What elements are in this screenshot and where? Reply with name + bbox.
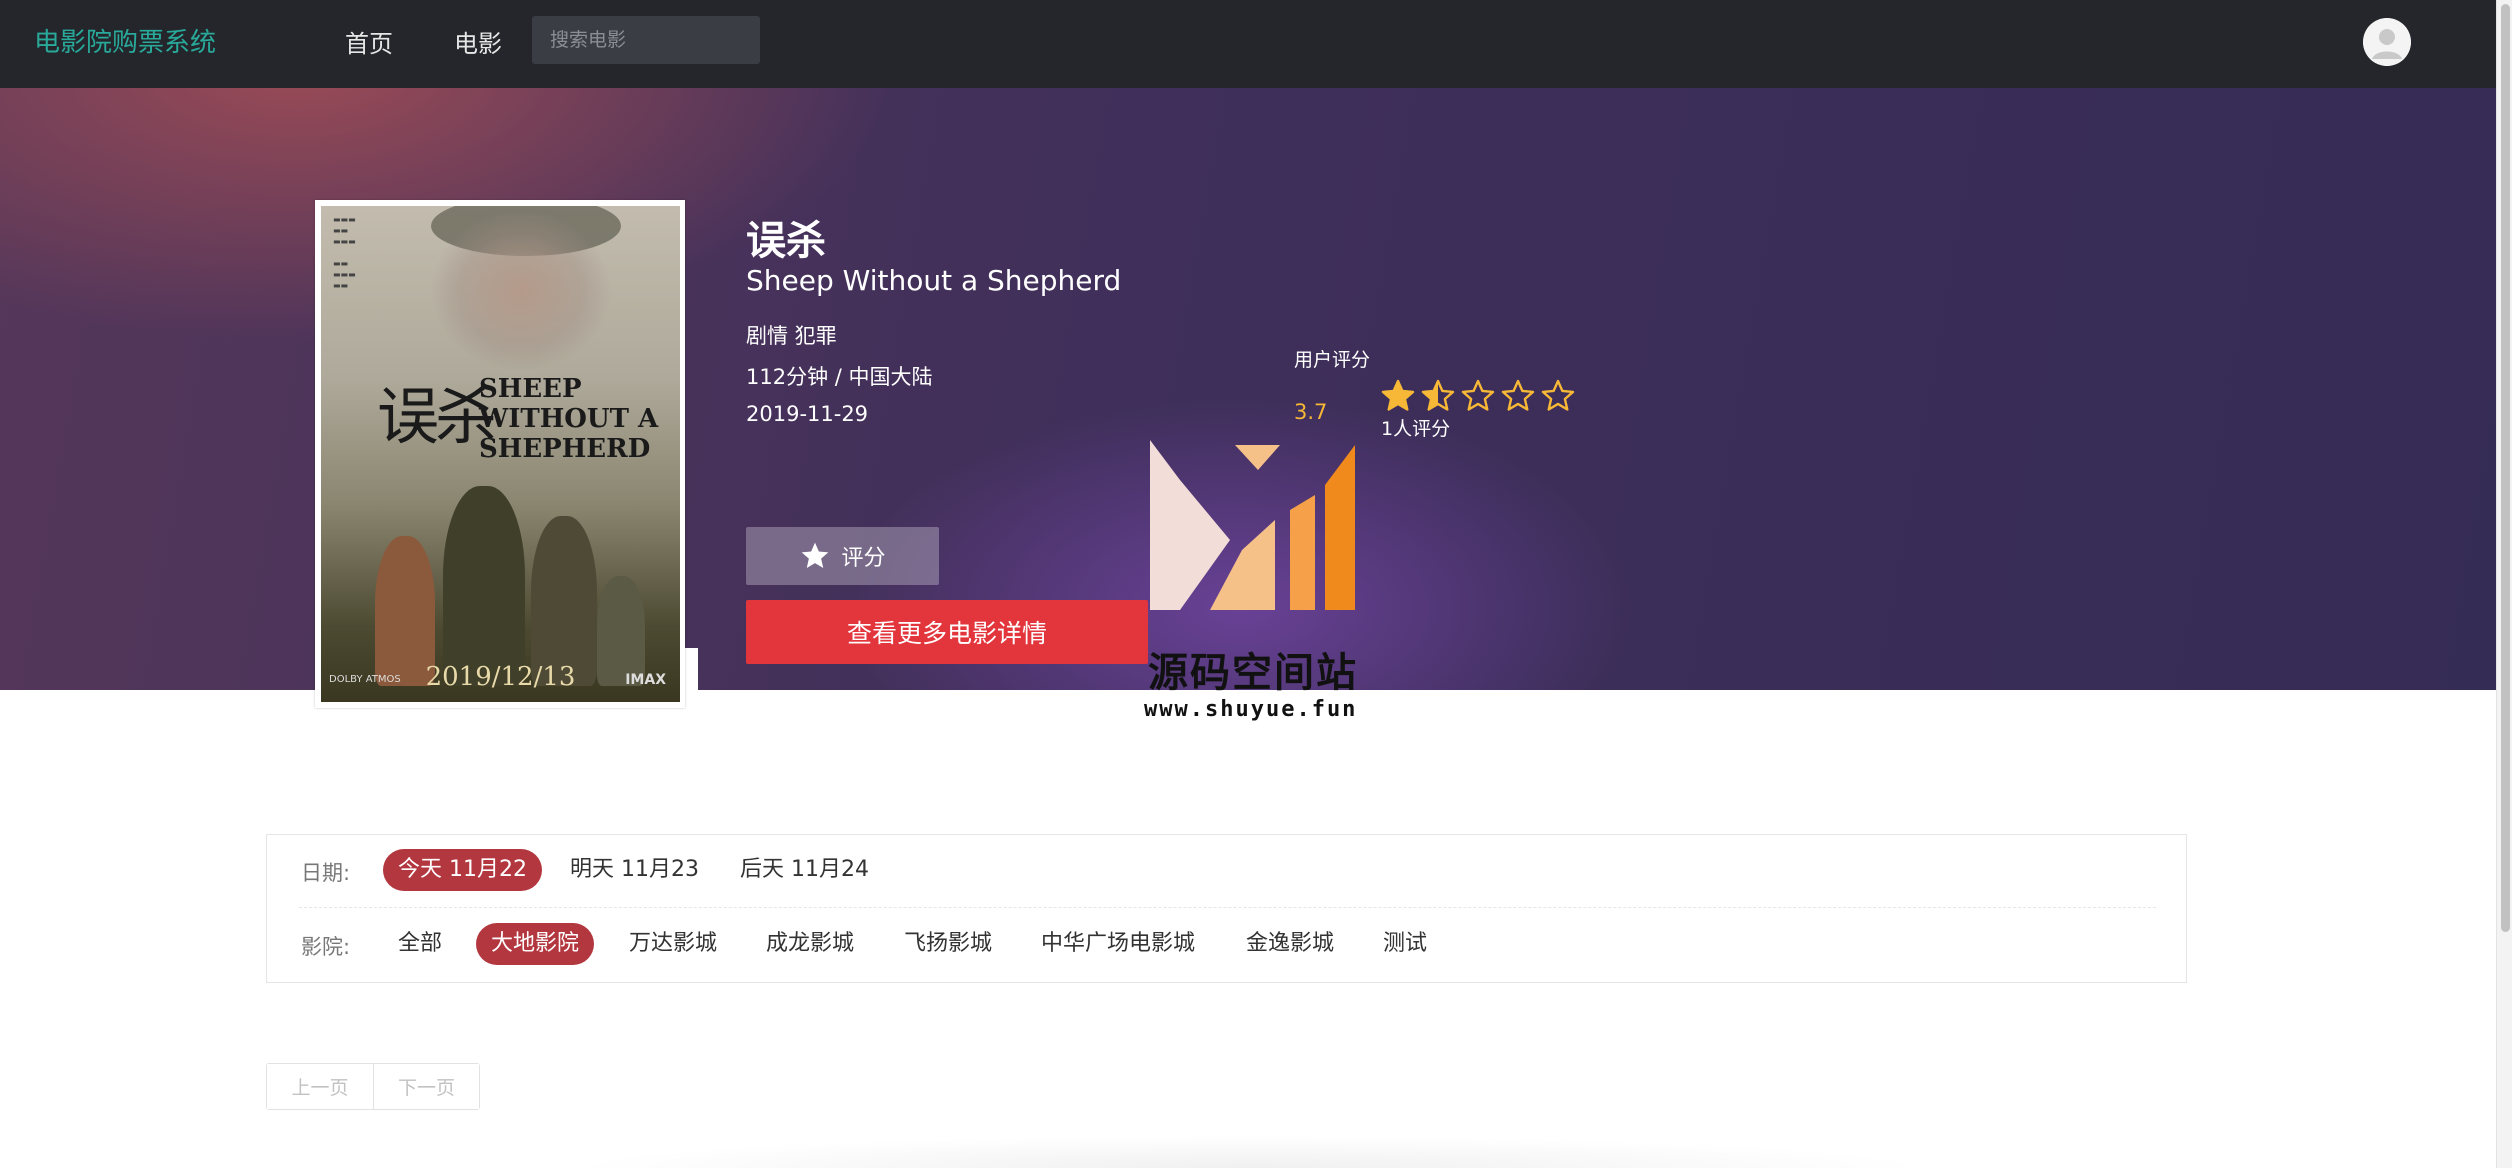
date-chip[interactable]: 明天 11月23 xyxy=(555,849,714,891)
movie-poster-frame: ▬▬▬ ▬▬ ▬▬▬ ▬▬ ▬▬▬ ▬▬ 误杀 SHEEP WITHOUT A SHEPH… xyxy=(315,200,685,708)
star-empty-icon xyxy=(1501,379,1535,411)
movie-title-en: Sheep Without a Shepherd xyxy=(746,264,1122,297)
watermark-logo xyxy=(1150,440,1355,610)
poster-title-cn: 误杀 xyxy=(377,380,497,453)
scrollbar-thumb[interactable] xyxy=(2501,4,2510,932)
content-shadow xyxy=(400,1128,2100,1168)
poster-dolby-logo: DOLBY ATMOS xyxy=(329,674,401,685)
movie-release-date: 2019-11-29 xyxy=(746,402,869,426)
poster-face xyxy=(411,206,631,376)
poster-figures xyxy=(351,446,661,686)
movie-title: 误杀 xyxy=(746,218,826,264)
date-chip[interactable]: 后天 11月24 xyxy=(725,849,884,891)
star-half-icon xyxy=(1421,379,1455,411)
next-page-button[interactable]: 下一页 xyxy=(373,1064,479,1109)
cinema-filter-row: 影院: 全部 大地影院 万达影城 成龙影城 飞扬影城 中华广场电影城 金逸影城 … xyxy=(267,921,2186,971)
rating-score: 3.7 xyxy=(1294,400,1328,424)
cinema-chip[interactable]: 万达影城 xyxy=(614,923,732,965)
movie-detail-button[interactable]: 查看更多电影详情 xyxy=(746,600,1148,664)
pagination: 上一页 下一页 xyxy=(266,1063,480,1110)
rating-count: 1人评分 xyxy=(1381,418,1451,440)
star-filled-icon xyxy=(1381,379,1415,411)
nav-movies-link[interactable]: 电影 xyxy=(454,24,502,59)
cinema-chip[interactable]: 金逸影城 xyxy=(1231,923,1349,965)
site-brand[interactable]: 电影院购票系统 xyxy=(34,22,216,59)
page: 电影院购票系统 首页 电影 ▬▬▬▬▬▬▬▬▬▬▬▬▬▬▬ 误杀 SHEEP W… xyxy=(0,0,2512,1168)
cinema-chip[interactable]: 测试 xyxy=(1368,923,1442,965)
filter-divider xyxy=(299,907,2156,908)
nav-home-link[interactable]: 首页 xyxy=(345,24,393,59)
date-filter-label: 日期: xyxy=(301,861,351,885)
poster-credits: ▬▬▬ ▬▬ ▬▬▬ ▬▬ ▬▬▬ ▬▬ xyxy=(333,215,356,290)
top-navbar: 电影院购票系统 首页 电影 xyxy=(0,0,2496,88)
cinema-chip[interactable]: 中华广场电影城 xyxy=(1026,923,1210,965)
cinema-chip[interactable]: 全部 xyxy=(383,923,457,965)
watermark-name: 源码空间站 xyxy=(1148,650,1358,696)
cinema-filter-label: 影院: xyxy=(301,935,351,959)
rating-stars xyxy=(1380,378,1576,414)
rating-label: 用户评分 xyxy=(1294,349,1371,371)
page-scrollbar[interactable] xyxy=(2496,0,2512,1168)
user-avatar[interactable] xyxy=(2363,18,2411,66)
rate-button[interactable]: 评分 xyxy=(746,527,939,585)
movie-length-region: 112分钟 / 中国大陆 xyxy=(746,365,933,389)
movie-poster: ▬▬▬ ▬▬ ▬▬▬ ▬▬ ▬▬▬ ▬▬ 误杀 SHEEP WITHOUT A SHEPH… xyxy=(321,206,680,702)
search-input[interactable] xyxy=(532,16,760,64)
cinema-chip[interactable]: 成龙影城 xyxy=(751,923,869,965)
star-icon xyxy=(802,542,829,568)
star-empty-icon xyxy=(1461,379,1495,411)
showtime-filter-panel: 日期: 今天 11月22 明天 11月23 后天 11月24 影院: 全部 大地… xyxy=(266,834,2187,983)
cinema-chip[interactable]: 大地影院 xyxy=(476,923,595,965)
cinema-chip[interactable]: 飞扬影城 xyxy=(889,923,1007,965)
date-filter-row: 日期: 今天 11月22 明天 11月23 后天 11月24 xyxy=(267,847,2186,897)
movie-genres: 剧情 犯罪 xyxy=(746,324,837,348)
date-chip[interactable]: 今天 11月22 xyxy=(383,849,542,891)
star-empty-icon xyxy=(1541,379,1575,411)
prev-page-button[interactable]: 上一页 xyxy=(267,1064,373,1109)
poster-imax-logo: IMAX xyxy=(625,672,666,688)
watermark-url: www.shuyue.fun xyxy=(1144,697,1358,722)
rate-button-label: 评分 xyxy=(841,546,886,571)
user-icon xyxy=(2363,18,2411,66)
